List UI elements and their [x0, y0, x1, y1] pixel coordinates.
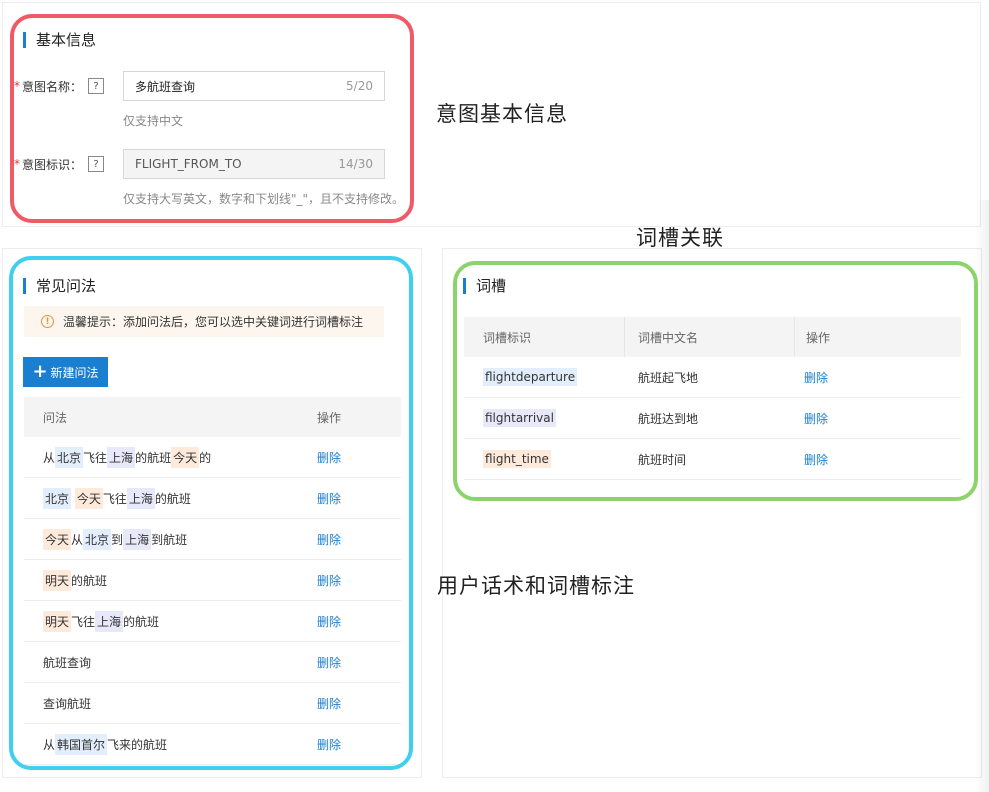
annotation-basic: 意图基本信息: [436, 102, 568, 126]
highlight-basic-info: [10, 14, 414, 223]
highlight-utterances: [9, 256, 413, 770]
annotation-slots: 词槽关联: [636, 226, 724, 250]
highlight-slots: [453, 261, 978, 501]
annotation-utterances: 用户话术和词槽标注: [437, 574, 635, 598]
